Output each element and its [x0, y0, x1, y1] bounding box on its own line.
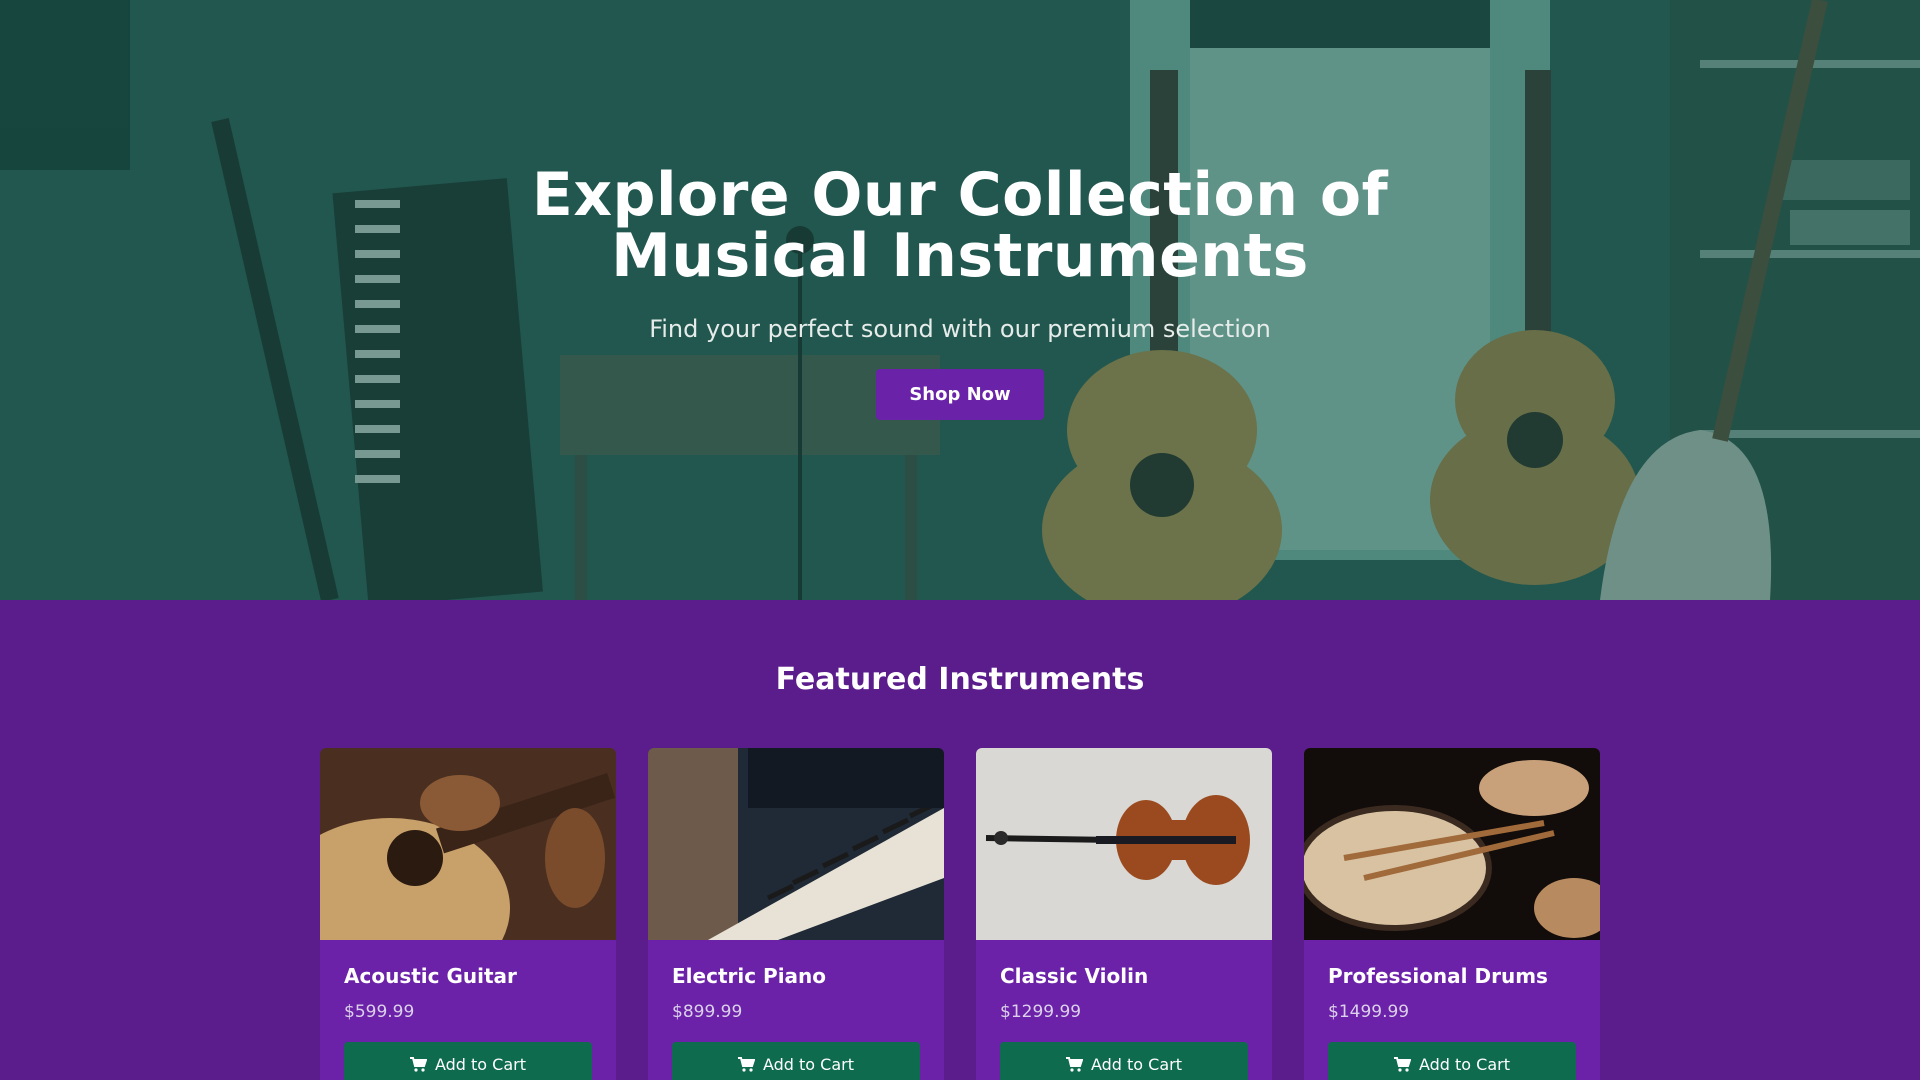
- hero-subtitle: Find your perfect sound with our premium…: [649, 315, 1271, 343]
- add-to-cart-label: Add to Cart: [1090, 1054, 1183, 1074]
- product-price: $599.99: [344, 1002, 415, 1022]
- shop-now-button[interactable]: Shop Now: [876, 369, 1044, 420]
- hero-title: Explore Our Collection of Musical Instru…: [531, 160, 1389, 291]
- hero-section: Explore Our Collection of Musical Instru…: [0, 0, 1920, 600]
- add-to-cart-label: Add to Cart: [762, 1054, 855, 1074]
- add-to-cart-button[interactable]: Add to Cart: [344, 1042, 592, 1080]
- piano-photo-icon[interactable]: [648, 748, 944, 940]
- product-card: Acoustic Guitar $599.99 Add to Cart: [320, 748, 616, 1080]
- product-price: $899.99: [672, 1002, 743, 1022]
- product-name: Acoustic Guitar: [344, 964, 517, 988]
- featured-section: Featured Instruments Acoustic Guitar $59…: [0, 600, 1920, 1080]
- add-to-cart-label: Add to Cart: [1418, 1054, 1511, 1074]
- product-card: Professional Drums $1499.99 Add to Cart: [1304, 748, 1600, 1080]
- cart-icon: [1065, 1056, 1083, 1072]
- guitar-photo-icon[interactable]: [320, 748, 616, 940]
- add-to-cart-label: Add to Cart: [434, 1054, 527, 1074]
- product-grid: Acoustic Guitar $599.99 Add to Cart Elec…: [320, 748, 1600, 1080]
- add-to-cart-button[interactable]: Add to Cart: [672, 1042, 920, 1080]
- product-name: Electric Piano: [672, 964, 827, 988]
- product-card: Classic Violin $1299.99 Add to Cart: [976, 748, 1272, 1080]
- add-to-cart-button[interactable]: Add to Cart: [1328, 1042, 1576, 1080]
- featured-heading: Featured Instruments: [775, 662, 1145, 697]
- cart-icon: [1393, 1056, 1411, 1072]
- product-name: Professional Drums: [1328, 964, 1548, 988]
- drums-photo-icon[interactable]: [1304, 748, 1600, 940]
- product-name: Classic Violin: [1000, 964, 1149, 988]
- violin-photo-icon[interactable]: [976, 748, 1272, 940]
- product-price: $1499.99: [1328, 1002, 1410, 1022]
- cart-icon: [737, 1056, 755, 1072]
- product-price: $1299.99: [1000, 1002, 1082, 1022]
- product-card: Electric Piano $899.99 Add to Cart: [648, 748, 944, 1080]
- cart-icon: [409, 1056, 427, 1072]
- add-to-cart-button[interactable]: Add to Cart: [1000, 1042, 1248, 1080]
- hero-content: Explore Our Collection of Musical Instru…: [0, 165, 1920, 420]
